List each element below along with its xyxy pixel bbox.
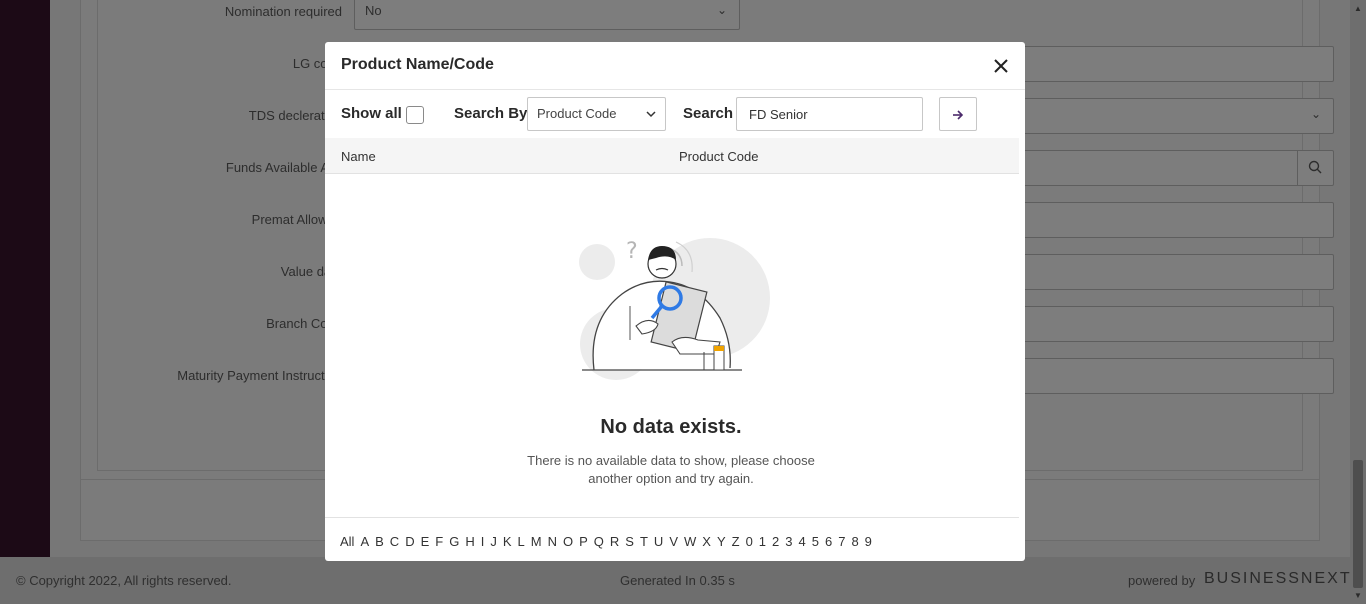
alphabet-filter-b[interactable]: B: [375, 534, 384, 549]
alphabet-filter-8[interactable]: 8: [851, 534, 858, 549]
alphabet-filter-t[interactable]: T: [640, 534, 648, 549]
alphabet-filter-m[interactable]: M: [531, 534, 542, 549]
alphabet-filter-e[interactable]: E: [421, 534, 430, 549]
alphabet-divider: [325, 517, 1019, 518]
no-data-illustration: ?: [579, 238, 770, 380]
alphabet-filter-h[interactable]: H: [465, 534, 474, 549]
alphabet-filter-f[interactable]: F: [435, 534, 443, 549]
scroll-down-arrow-icon[interactable]: ▼: [1354, 591, 1362, 600]
alphabet-filter-u[interactable]: U: [654, 534, 663, 549]
search-input[interactable]: [736, 97, 923, 131]
search-by-label: Search By: [454, 105, 528, 122]
alphabet-filter-r[interactable]: R: [610, 534, 619, 549]
chevron-down-icon: [646, 111, 656, 118]
field-value: No: [365, 3, 382, 18]
alphabet-filter-q[interactable]: Q: [594, 534, 604, 549]
lookup-button[interactable]: [1297, 151, 1333, 185]
scrollbar-thumb[interactable]: [1353, 460, 1363, 588]
column-header-name[interactable]: Name: [341, 149, 376, 164]
alphabet-filter-i[interactable]: I: [481, 534, 485, 549]
empty-state-description-line: There is no available data to show, plea…: [527, 453, 815, 468]
scroll-up-arrow-icon[interactable]: ▲: [1354, 4, 1362, 13]
form-label: Maturity Payment Instruction: [177, 368, 342, 383]
alphabet-filter-l[interactable]: L: [518, 534, 525, 549]
search-go-button[interactable]: [939, 97, 977, 131]
close-button[interactable]: [991, 56, 1011, 76]
alphabet-filter-all[interactable]: All: [340, 534, 354, 549]
alphabet-filter-j[interactable]: J: [490, 534, 497, 549]
form-row-nomination-required: Nomination required No ⌄: [98, 0, 1338, 38]
powered-by-text: powered by: [1128, 573, 1196, 588]
svg-text:?: ?: [626, 239, 638, 264]
alphabet-filter-s[interactable]: S: [625, 534, 634, 549]
column-header-product-code[interactable]: Product Code: [679, 149, 759, 164]
alphabet-filter-g[interactable]: G: [449, 534, 459, 549]
alphabet-filter-k[interactable]: K: [503, 534, 512, 549]
results-table-header: Name Product Code: [325, 138, 1019, 174]
alphabet-filter-v[interactable]: V: [669, 534, 678, 549]
alphabet-filter-0[interactable]: 0: [746, 534, 753, 549]
nomination-required-select[interactable]: No ⌄: [354, 0, 740, 30]
alphabet-filter-d[interactable]: D: [405, 534, 414, 549]
empty-state-description: There is no available data to show, plea…: [521, 452, 821, 488]
search-icon: [1308, 160, 1322, 174]
alphabet-filter-6[interactable]: 6: [825, 534, 832, 549]
generated-time-text: Generated In 0.35 s: [620, 573, 735, 588]
search-toolbar: Show all Search By Product Code Search: [325, 90, 1025, 138]
chevron-down-icon: ⌄: [716, 3, 727, 17]
alphabet-filter-y[interactable]: Y: [717, 534, 726, 549]
search-by-value: Product Code: [537, 106, 617, 121]
alphabet-filter-z[interactable]: Z: [732, 534, 740, 549]
empty-state-title: No data exists.: [600, 416, 742, 438]
alphabet-filter-o[interactable]: O: [563, 534, 573, 549]
show-all-label: Show all: [341, 105, 402, 122]
alphabet-filter-c[interactable]: C: [390, 534, 399, 549]
alphabet-filter-x[interactable]: X: [702, 534, 711, 549]
modal-title: Product Name/Code: [341, 56, 494, 73]
alphabet-filter-n[interactable]: N: [548, 534, 557, 549]
alphabet-filter-4[interactable]: 4: [799, 534, 806, 549]
search-label: Search: [683, 105, 734, 122]
alphabet-filter-9[interactable]: 9: [865, 534, 872, 549]
alphabet-filter-p[interactable]: P: [579, 534, 588, 549]
copyright-text: © Copyright 2022, All rights reserved.: [16, 573, 232, 588]
page-footer: © Copyright 2022, All rights reserved. G…: [0, 557, 1350, 604]
alphabet-filter-3[interactable]: 3: [785, 534, 792, 549]
alphabet-filter-7[interactable]: 7: [838, 534, 845, 549]
alphabet-filter-1[interactable]: 1: [759, 534, 766, 549]
search-by-select[interactable]: Product Code: [527, 97, 666, 131]
alphabet-filter-bar: All A B C D E F G H I J K L M N O P Q R S T U V W X Y Z 0 1 2 3 4 5 6 7 8 9: [340, 534, 878, 549]
modal-header: Product Name/Code: [325, 42, 1025, 90]
alphabet-filter-5[interactable]: 5: [812, 534, 819, 549]
alphabet-filter-w[interactable]: W: [684, 534, 696, 549]
alphabet-filter-2[interactable]: 2: [772, 534, 779, 549]
show-all-checkbox[interactable]: [406, 106, 424, 124]
chevron-down-icon: ⌄: [1310, 107, 1321, 121]
product-lookup-modal: Product Name/Code Show all Search By Pro…: [325, 42, 1025, 561]
page-scrollbar[interactable]: ▲ ▼: [1350, 0, 1366, 604]
arrow-right-icon: [953, 110, 964, 120]
form-label: Nomination required: [224, 4, 342, 19]
alphabet-filter-a[interactable]: A: [360, 534, 369, 549]
close-icon: [994, 59, 1008, 73]
brand-logo: BUSINESSNEXT: [1204, 570, 1352, 587]
empty-state-description-line: another option and try again.: [588, 471, 754, 486]
left-navigation-rail: [0, 0, 50, 557]
